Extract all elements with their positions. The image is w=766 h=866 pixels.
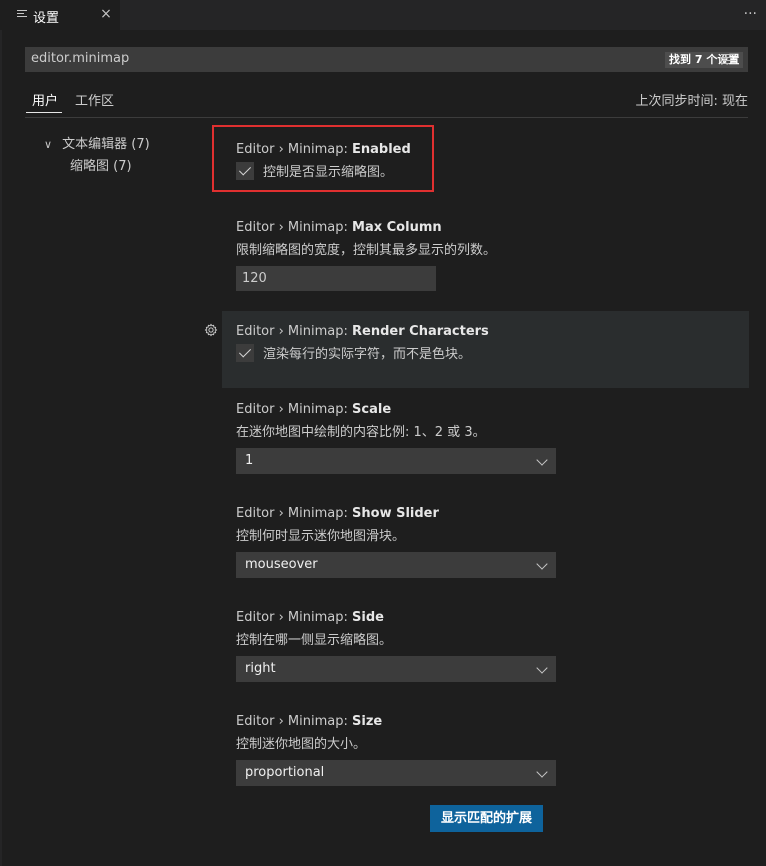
render-characters-checkbox[interactable] <box>236 343 254 362</box>
select-value: 1 <box>245 453 254 468</box>
setting-title: Editor › Minimap: Enabled <box>236 142 411 157</box>
enabled-checkbox[interactable] <box>236 161 254 180</box>
select-value: mouseover <box>245 557 318 572</box>
size-select[interactable]: proportional <box>236 760 556 786</box>
setting-description: 在迷你地图中绘制的内容比例: 1、2 或 3。 <box>236 425 486 440</box>
setting-description: 控制迷你地图的大小。 <box>236 737 367 752</box>
chevron-down-icon <box>536 558 548 570</box>
divider <box>25 117 748 118</box>
setting-minimap-scale: Editor › Minimap: Scale 在迷你地图中绘制的内容比例: 1… <box>236 402 556 474</box>
sync-status: 上次同步时间: 现在 <box>635 94 748 109</box>
setting-minimap-size: Editor › Minimap: Size 控制迷你地图的大小。 propor… <box>236 714 556 786</box>
chevron-down-icon <box>536 454 548 466</box>
tab-workspace[interactable]: 工作区 <box>75 90 114 109</box>
settings-tab[interactable]: 设置 × <box>0 0 120 30</box>
search-value: editor.minimap <box>31 51 130 66</box>
active-tab-indicator <box>26 112 62 113</box>
setting-title: Editor › Minimap: Max Column <box>236 220 442 235</box>
toc-item-minimap[interactable]: 缩略图 (7) <box>70 155 132 174</box>
scale-select[interactable]: 1 <box>236 448 556 474</box>
setting-minimap-max-column: Editor › Minimap: Max Column 限制缩略图的宽度，控制… <box>236 220 496 291</box>
setting-minimap-render-characters: Editor › Minimap: Render Characters 渲染每行… <box>236 324 489 362</box>
show-matching-extensions-button[interactable]: 显示匹配的扩展 <box>430 805 544 832</box>
toc-group-label: 文本编辑器 (7) <box>62 137 150 152</box>
setting-description: 控制是否显示缩略图。 <box>263 165 394 180</box>
setting-description: 控制在哪一侧显示缩略图。 <box>236 633 393 648</box>
setting-description: 控制何时显示迷你地图滑块。 <box>236 529 406 544</box>
close-icon[interactable]: × <box>99 7 113 21</box>
gear-icon[interactable] <box>204 323 218 337</box>
chevron-down-icon <box>536 766 548 778</box>
tab-user[interactable]: 用户 <box>32 90 58 109</box>
setting-title: Editor › Minimap: Show Slider <box>236 506 439 521</box>
left-edge <box>0 30 2 866</box>
setting-title: Editor › Minimap: Render Characters <box>236 324 489 339</box>
more-actions-icon[interactable]: ··· <box>744 6 757 22</box>
setting-title: Editor › Minimap: Scale <box>236 402 392 417</box>
setting-description: 限制缩略图的宽度，控制其最多显示的列数。 <box>236 243 497 258</box>
setting-minimap-show-slider: Editor › Minimap: Show Slider 控制何时显示迷你地图… <box>236 506 556 578</box>
chevron-down-icon <box>536 662 548 674</box>
settings-file-icon <box>17 10 27 20</box>
show-slider-select[interactable]: mouseover <box>236 552 556 578</box>
side-select[interactable]: right <box>236 656 556 682</box>
select-value: proportional <box>245 765 325 780</box>
setting-minimap-side: Editor › Minimap: Side 控制在哪一侧显示缩略图。 righ… <box>236 610 556 682</box>
setting-minimap-enabled: Editor › Minimap: Enabled 控制是否显示缩略图。 <box>236 142 411 180</box>
setting-description: 渲染每行的实际字符，而不是色块。 <box>263 347 472 362</box>
editor-tab-bar: 设置 × ··· <box>0 0 766 30</box>
select-value: right <box>245 661 276 676</box>
settings-tab-title: 设置 <box>33 11 60 26</box>
chevron-down-icon: ∨ <box>44 138 53 151</box>
setting-title: Editor › Minimap: Size <box>236 714 383 729</box>
max-column-input[interactable]: 120 <box>236 266 436 291</box>
toc-group-text-editor[interactable]: ∨ 文本编辑器 (7) <box>44 133 150 152</box>
setting-title: Editor › Minimap: Side <box>236 610 384 625</box>
filter-icon[interactable] <box>721 54 735 65</box>
settings-search-input[interactable]: editor.minimap 找到 7 个设置 <box>25 47 748 72</box>
